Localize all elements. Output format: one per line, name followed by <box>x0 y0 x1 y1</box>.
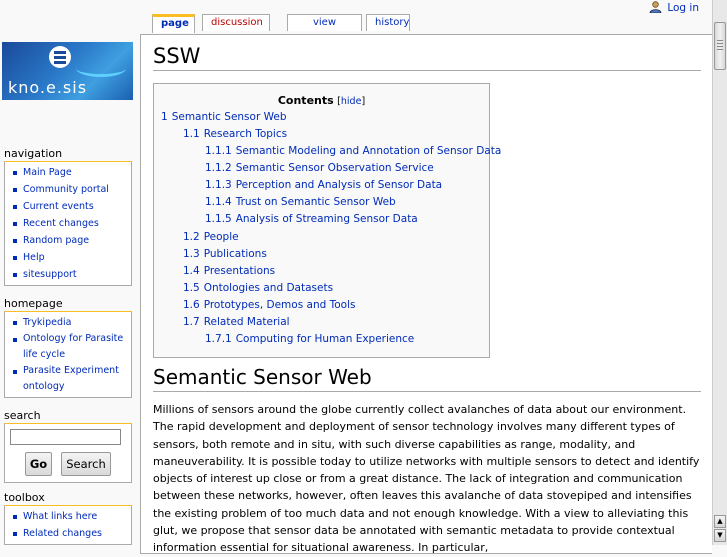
homepage-item-parasite-experiment[interactable]: Parasite Experiment ontology <box>9 363 127 395</box>
toolbox-portlet: toolbox What links here Related changes <box>4 491 132 545</box>
navigation-body: Main Page Community portal Current event… <box>4 161 132 286</box>
scroll-down-icon[interactable]: ▼ <box>714 529 726 542</box>
toc-item[interactable]: 1.7 Related Material <box>183 315 290 329</box>
toolbox-body: What links here Related changes <box>4 505 132 545</box>
toc-item[interactable]: 1.1 Research Topics <box>183 127 287 141</box>
homepage-item-trykipedia[interactable]: Trykipedia <box>9 314 127 331</box>
tab-view-source[interactable]: view source <box>287 14 362 44</box>
toc-item[interactable]: 1.1.1 Semantic Modeling and Annotation of… <box>205 144 501 158</box>
toc-hide-close: ] <box>361 96 366 107</box>
toc-item[interactable]: 1.2 People <box>183 230 239 244</box>
table-of-contents: Contents [hide] 1 Semantic Sensor Web 1.1… <box>153 83 501 358</box>
toc-title-row: Contents [hide] <box>154 94 489 107</box>
toc-item[interactable]: 1.1.3 Perception and Analysis of Sensor D… <box>205 178 442 192</box>
nav-item-help[interactable]: Help <box>9 249 127 266</box>
toc-title: Contents <box>277 94 334 107</box>
search-portlet: search Go Search <box>4 409 132 483</box>
logo-text: kno.e.sis <box>8 78 88 97</box>
toc-hide-toggle: [hide] <box>337 96 365 107</box>
nav-item-sitesupport[interactable]: sitesupport <box>9 266 127 283</box>
nav-item-recent-changes[interactable]: Recent changes <box>9 215 127 232</box>
homepage-portlet: homepage Trykipedia Ontology for Parasit… <box>4 297 132 398</box>
user-icon <box>649 1 662 13</box>
navigation-heading: navigation <box>4 147 63 160</box>
nav-item-current-events[interactable]: Current events <box>9 198 127 215</box>
search-input[interactable] <box>10 429 121 445</box>
homepage-body: Trykipedia Ontology for Parasite life cy… <box>4 311 132 398</box>
scroll-up-icon[interactable]: ▲ <box>714 515 726 528</box>
page-title: SSW <box>153 42 701 71</box>
toolbox-item-what-links-here[interactable]: What links here <box>9 508 127 525</box>
homepage-heading: homepage <box>4 297 63 310</box>
homepage-item-parasite-ontology[interactable]: Ontology for Parasite life cycle <box>9 331 127 363</box>
login-link[interactable]: Log in <box>649 1 699 14</box>
toc-item[interactable]: 1.1.4 Trust on Semantic Sensor Web <box>205 195 396 209</box>
nav-item-main-page[interactable]: Main Page <box>9 164 127 181</box>
toc-item[interactable]: 1.5 Ontologies and Datasets <box>183 281 333 295</box>
login-label[interactable]: Log in <box>667 2 699 14</box>
search-heading: search <box>4 409 41 422</box>
toolbox-item-related-changes[interactable]: Related changes <box>9 525 127 542</box>
tab-history[interactable]: history <box>366 14 410 31</box>
site-logo[interactable]: kno.e.sis <box>2 42 133 100</box>
main-content: SSW Contents [hide] 1 Semantic Sensor Web… <box>140 34 712 554</box>
toc-hide-link[interactable]: hide <box>341 96 362 107</box>
go-button[interactable]: Go <box>25 452 52 476</box>
toc-item[interactable]: 1.1.2 Semantic Sensor Observation Service <box>205 161 434 175</box>
tab-discussion[interactable]: discussion <box>202 14 270 31</box>
body-paragraph: Millions of sensors around the globe cur… <box>153 403 700 555</box>
section-heading: Semantic Sensor Web <box>153 364 701 392</box>
vertical-scrollbar[interactable]: ▲ ▼ <box>712 0 727 545</box>
scroll-thumb[interactable] <box>714 22 726 70</box>
toc-item[interactable]: 1.7.1 Computing for Human Experience <box>205 332 414 346</box>
search-button[interactable]: Search <box>61 452 111 476</box>
toc-item[interactable]: 1 Semantic Sensor Web <box>161 110 287 124</box>
nav-item-community-portal[interactable]: Community portal <box>9 181 127 198</box>
toc-item[interactable]: 1.3 Publications <box>183 247 267 261</box>
toc-item[interactable]: 1.4 Presentations <box>183 264 275 278</box>
tab-page[interactable]: page <box>152 14 195 33</box>
logo-mark-icon <box>49 46 71 68</box>
navigation-portlet: navigation Main Page Community portal Cu… <box>4 147 132 286</box>
search-body: Go Search <box>4 423 132 483</box>
toc-item[interactable]: 1.1.5 Analysis of Streaming Sensor Data <box>205 212 418 226</box>
nav-item-random-page[interactable]: Random page <box>9 232 127 249</box>
logo-swoosh-icon <box>76 60 126 77</box>
toolbox-heading: toolbox <box>4 491 45 504</box>
toc-item[interactable]: 1.6 Prototypes, Demos and Tools <box>183 298 355 312</box>
